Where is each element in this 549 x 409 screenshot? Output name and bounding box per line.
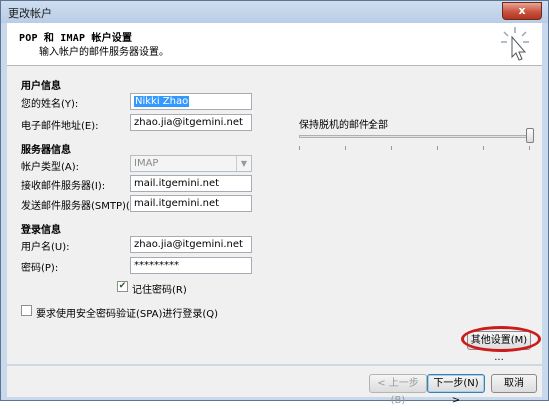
outgoing-server-field[interactable]: mail.itgemini.net (130, 195, 252, 212)
incoming-server-label: 接收邮件服务器(I): (21, 181, 106, 192)
username-label: 用户名(U): (21, 242, 70, 253)
slider-tick (437, 146, 438, 150)
title-bar[interactable]: 更改帐户 x (1, 1, 548, 23)
server-info-heading: 服务器信息 (21, 145, 71, 156)
account-type-select: IMAP ▼ (130, 155, 252, 172)
offline-mail-label: 保持脱机的邮件： (299, 120, 379, 131)
dialog-footer: < 上一步(B) 下一步(N) > 取消 (7, 365, 542, 406)
slider-tick (483, 146, 484, 150)
name-value: Nikki Zhao (134, 96, 190, 107)
slider-tick (299, 146, 300, 150)
cancel-button[interactable]: 取消 (491, 374, 537, 393)
close-button[interactable]: x (502, 2, 542, 20)
slider-tick (529, 146, 530, 150)
name-field[interactable]: Nikki Zhao (130, 93, 252, 110)
back-button[interactable]: < 上一步(B) (369, 374, 427, 406)
highlight-annotation (461, 326, 541, 352)
incoming-server-field[interactable]: mail.itgemini.net (130, 175, 252, 192)
offline-slider-thumb[interactable] (526, 128, 534, 143)
remember-password-checkbox[interactable]: ✔ (117, 281, 128, 292)
email-field[interactable]: zhao.jia@itgemini.net (130, 114, 252, 131)
offline-mail-value: 全部 (368, 120, 388, 131)
username-field[interactable]: zhao.jia@itgemini.net (130, 236, 252, 253)
password-field[interactable]: ********* (130, 257, 252, 274)
settings-body: 用户信息 您的姓名(Y): Nikki Zhao 电子邮件地址(E): zhao… (7, 66, 542, 364)
change-account-window: 更改帐户 x POP 和 IMAP 帐户设置 输入帐户的邮件服务器设置。 用户信… (0, 0, 549, 406)
user-info-heading: 用户信息 (21, 81, 61, 92)
chevron-down-icon: ▼ (236, 156, 251, 171)
account-type-value: IMAP (134, 158, 159, 169)
spa-label: 要求使用安全密码验证(SPA)进行登录(Q) (36, 309, 219, 320)
spa-checkbox[interactable] (21, 305, 32, 316)
page-title: POP 和 IMAP 帐户设置 (19, 33, 133, 44)
slider-tick (345, 146, 346, 150)
account-type-label: 帐户类型(A): (21, 162, 80, 173)
email-label: 电子邮件地址(E): (21, 121, 99, 132)
cursor-click-icon (501, 27, 529, 61)
remember-password-label: 记住密码(R) (132, 285, 187, 296)
window-title: 更改帐户 (8, 7, 52, 20)
outgoing-server-label: 发送邮件服务器(SMTP)(O): (21, 201, 145, 212)
slider-tick (391, 146, 392, 150)
page-subtitle: 输入帐户的邮件服务器设置。 (39, 47, 169, 58)
name-label: 您的姓名(Y): (21, 99, 79, 110)
login-info-heading: 登录信息 (21, 225, 61, 236)
dialog-header: POP 和 IMAP 帐户设置 输入帐户的邮件服务器设置。 (7, 23, 542, 66)
next-button[interactable]: 下一步(N) > (427, 374, 485, 406)
offline-slider-track[interactable] (299, 135, 531, 138)
password-label: 密码(P): (21, 263, 59, 274)
